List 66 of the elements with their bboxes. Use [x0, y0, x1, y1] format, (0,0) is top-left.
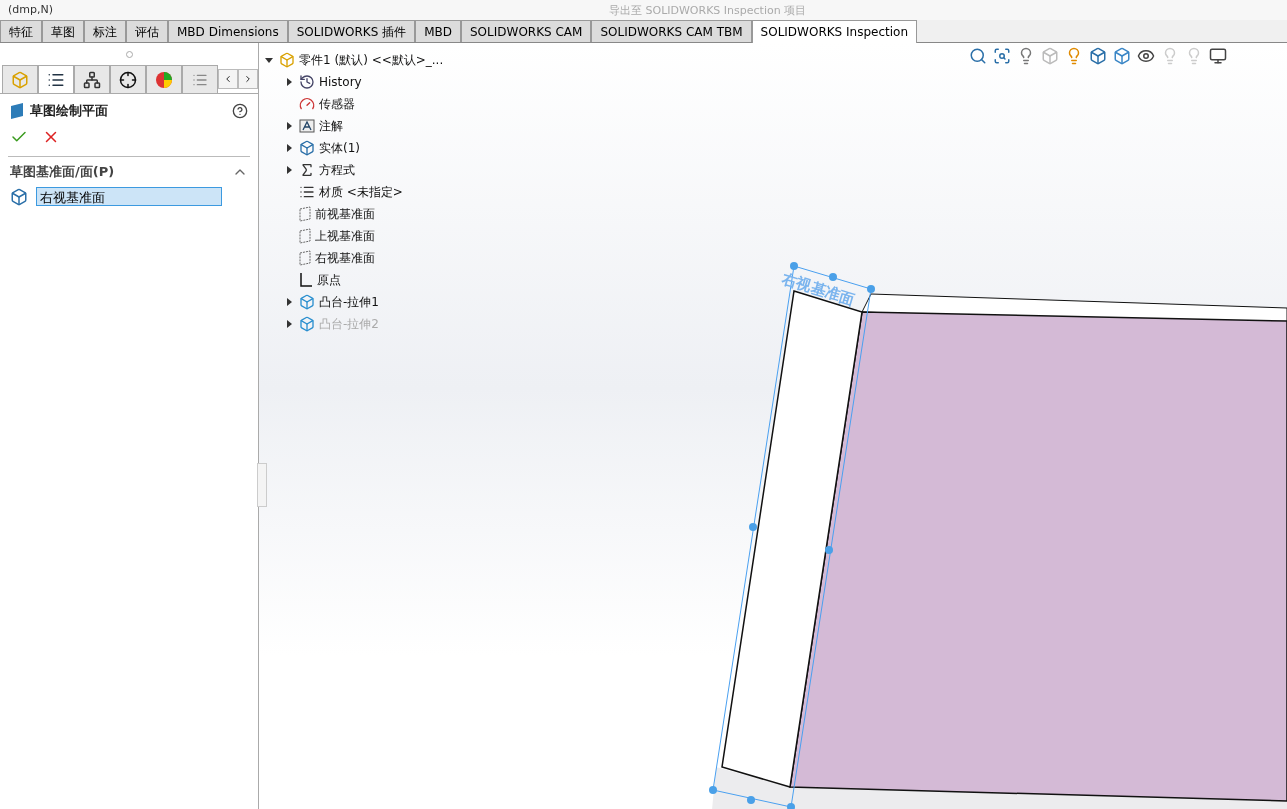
tree-item[interactable]: 右视基准面: [315, 249, 375, 267]
help-icon[interactable]: [232, 103, 248, 119]
ribbon-tab[interactable]: 标注: [84, 20, 126, 42]
solid-folder-icon: [299, 140, 315, 156]
sketch-plane-outline[interactable]: [709, 262, 875, 809]
expand-arrow[interactable]: [285, 298, 293, 306]
panel-tab[interactable]: [74, 65, 110, 93]
ribbon-tab[interactable]: SOLIDWORKS CAM: [461, 20, 592, 42]
tree-root[interactable]: 零件1 (默认) <<默认>_...: [299, 51, 444, 69]
chevron-left-icon: [223, 74, 233, 84]
tree-item[interactable]: 凸台-拉伸1: [319, 293, 379, 311]
view-orientation-icon[interactable]: [1089, 47, 1107, 65]
ribbon-tab[interactable]: MBD: [415, 20, 461, 42]
extrude-icon: [299, 316, 315, 332]
expand-arrow[interactable]: [285, 122, 293, 130]
extrude-icon: [299, 294, 315, 310]
tree-item[interactable]: 实体(1): [319, 139, 360, 157]
tree-item[interactable]: 方程式: [319, 161, 355, 179]
tree-item[interactable]: 注解: [319, 117, 343, 135]
section-title: 草图基准面/面(P): [10, 163, 115, 181]
history-folder-icon: [299, 74, 315, 90]
eye-icon[interactable]: [1137, 47, 1155, 65]
plane-icon: [299, 228, 311, 244]
tree-item[interactable]: 上视基准面: [315, 227, 375, 245]
chevron-right-icon: [243, 74, 253, 84]
sketch-plane-icon: [10, 102, 24, 120]
tree-item[interactable]: 原点: [317, 271, 341, 289]
cube-icon: [10, 187, 28, 206]
zoom-to-fit-icon[interactable]: [969, 47, 987, 65]
tree-item[interactable]: History: [319, 75, 362, 89]
ribbon-tab[interactable]: SOLIDWORKS CAM TBM: [591, 20, 752, 42]
annotation-folder-icon: [299, 118, 315, 134]
monitor-icon[interactable]: [1209, 47, 1227, 65]
splitter-handle[interactable]: [257, 463, 267, 507]
sensor-folder-icon: [299, 96, 315, 112]
ribbon-tab[interactable]: SOLIDWORKS 插件: [287, 20, 416, 42]
ribbon-tab[interactable]: MBD Dimensions: [168, 20, 288, 42]
plane-icon: [299, 250, 311, 266]
panel-tab[interactable]: [38, 65, 74, 93]
ribbon-tab[interactable]: 草图: [42, 20, 84, 42]
expand-arrow[interactable]: [265, 56, 273, 64]
ribbon-tab[interactable]: 特征: [0, 20, 42, 42]
ribbon-tab[interactable]: 评估: [126, 20, 168, 42]
plane-icon: [299, 206, 311, 222]
tree-item[interactable]: 传感器: [319, 95, 355, 113]
expand-arrow[interactable]: [285, 78, 293, 86]
part-icon: [279, 52, 295, 68]
selection-field[interactable]: 右视基准面: [36, 187, 222, 206]
color-wheel-icon: [155, 70, 173, 89]
tree-icon: [83, 70, 101, 89]
material-icon: [299, 184, 315, 200]
tree-item[interactable]: 材质 <未指定>: [319, 183, 403, 201]
display-style-icon[interactable]: [1113, 47, 1131, 65]
zoom-area-icon[interactable]: [993, 47, 1011, 65]
equation-folder-icon: [299, 162, 315, 178]
panel-tab[interactable]: [110, 65, 146, 93]
tree-item[interactable]: 前视基准面: [315, 205, 375, 223]
expand-arrow[interactable]: [285, 166, 293, 174]
plane-label: 右视基准面: [779, 269, 857, 309]
ribbon-tab[interactable]: SOLIDWORKS Inspection: [751, 20, 918, 43]
panel-title: 草图绘制平面: [30, 102, 108, 120]
ribbon-text: (dmp,N): [7, 3, 54, 16]
crosshair-icon: [119, 70, 137, 89]
part-icon: [11, 70, 29, 89]
origin-icon: [299, 272, 313, 288]
expand-arrow[interactable]: [285, 144, 293, 152]
